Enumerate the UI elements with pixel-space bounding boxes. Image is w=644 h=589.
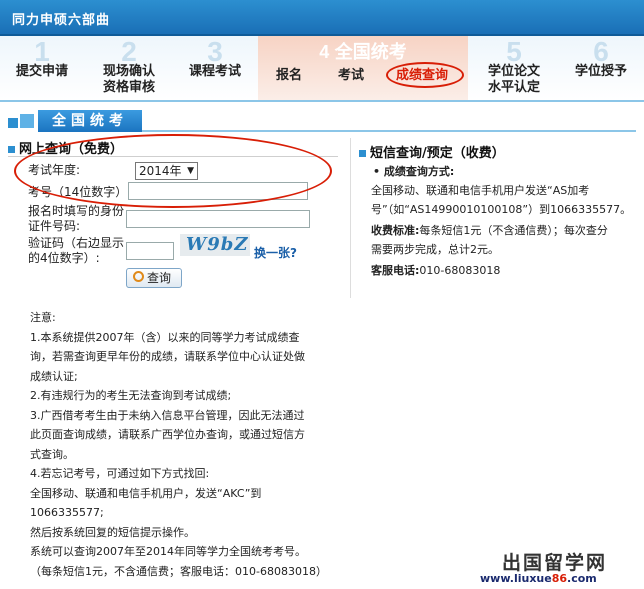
step-6-label: 学位授予	[574, 64, 627, 79]
note-line: （每条短信1元，不含通信费；客服电话：010-68083018）	[30, 564, 327, 578]
highlight-oval-nav	[386, 62, 464, 88]
refresh-captcha-link[interactable]: 换一张?	[254, 244, 297, 261]
note-line: 式查询。	[30, 447, 74, 461]
note-line: 3.广西借考考生由于未纳入信息平台管理，因此无法通过	[30, 408, 305, 422]
banner-title: 同力申硕六部曲	[12, 13, 111, 28]
id-number-label-line2: 证件号码:	[28, 219, 81, 233]
captcha-image: W9bZ	[180, 234, 250, 256]
step-1[interactable]: 1 提交申请	[0, 36, 84, 100]
watermark-url-suffix: .com	[567, 572, 597, 585]
step-3-label: 课程考试	[188, 64, 241, 79]
sms-method-line1: 全国移动、联通和电信手机用户发送“AS加考	[371, 184, 590, 197]
watermark-url-number: 86	[551, 572, 568, 585]
decor-square-icon	[20, 114, 34, 128]
note-line: 系统可以查询2007年至2014年同等学力全国统考考号。	[30, 545, 306, 558]
decor-square-icon	[8, 118, 18, 128]
sms-phone-value: 010-68083018	[419, 264, 501, 277]
step-5-label-line1: 学位论文	[487, 64, 540, 79]
step-2-label-line2: 资格审核	[102, 80, 155, 95]
note-line: 此页面查询成绩，请联系广西学位办查询，或通过短信方	[30, 428, 305, 441]
sms-method-line2: 号”（如“AS14990010100108”）到1066335577。	[371, 203, 632, 216]
step-2-label-line1: 现场确认	[102, 64, 155, 79]
note-line: 2.有违规行为的考生无法查询到考试成绩;	[30, 389, 232, 402]
tab-exam[interactable]: 考试	[338, 64, 364, 83]
bullet-square-icon	[8, 146, 15, 153]
sms-fee-label: 收费标准:	[371, 224, 420, 237]
id-number-label-line1: 报名时填写的身份	[28, 204, 125, 218]
query-button[interactable]: 查询	[126, 268, 182, 288]
sms-phone-label: 客服电话:	[371, 264, 420, 277]
step-6[interactable]: 6 学位授予	[558, 36, 644, 100]
step-4-number: 4	[319, 42, 330, 62]
step-4-title: 全国统考	[334, 42, 407, 62]
bullet-square-icon	[359, 150, 366, 157]
step-1-label: 提交申请	[15, 64, 68, 79]
sms-fee-text-1: 每条短信1元（不含通信费）；每次查分	[419, 224, 608, 237]
watermark-name: 出国留学网	[502, 552, 608, 574]
note-line: 1.本系统提供2007年（含）以来的同等学力考试成绩查	[30, 330, 300, 344]
note-line: 注意:	[30, 311, 56, 324]
id-number-input[interactable]	[126, 210, 310, 228]
watermark-url-prefix: www.liuxue	[480, 572, 552, 585]
step-3[interactable]: 3 课程考试	[172, 36, 258, 100]
section-heading: 全国统考	[8, 110, 638, 134]
online-query-panel: 网上查询（免费） 考试年度: 2014年 ▼ 考号（14位数字）: 报名时填写的…	[8, 134, 342, 588]
note-line: 全国移动、联通和电信手机用户，发送“AKC”到	[30, 486, 262, 500]
sms-fee-text-2: 需要两步完成，总计2元。	[371, 243, 499, 256]
sms-method-label: • 成绩查询方式:	[373, 165, 455, 178]
note-line: 成绩认证;	[30, 369, 78, 383]
notes-block: 注意: 1.本系统提供2007年（含）以来的同等学力考试成绩查 询，若需查询更早…	[30, 308, 330, 581]
captcha-input[interactable]	[126, 242, 174, 260]
sms-query-title: 短信查询/预定（收费）	[370, 146, 505, 161]
step-5[interactable]: 5 学位论文 水平认定	[470, 36, 558, 100]
step-5-label-line2: 水平认定	[487, 80, 540, 95]
query-button-label: 查询	[147, 271, 172, 285]
watermark: 出国留学网 www.liuxue86.com	[470, 548, 640, 588]
search-icon	[133, 271, 144, 282]
note-line: 询，若需查询更早年份的成绩，请联系学位中心认证处做	[30, 350, 305, 363]
section-divider	[142, 130, 636, 132]
sms-query-panel: 短信查询/预定（收费） • 成绩查询方式: 全国移动、联通和电信手机用户发送“A…	[350, 138, 639, 298]
section-title: 全国统考	[38, 110, 142, 132]
captcha-label-line2: 的4位数字）:	[28, 251, 100, 265]
step-2[interactable]: 2 现场确认 资格审核	[86, 36, 172, 100]
tab-register[interactable]: 报名	[276, 64, 302, 83]
step-navigation: 1 提交申请 2 现场确认 资格审核 3 课程考试 4 全国统考 报名 考试 成…	[0, 36, 644, 102]
highlight-oval-form	[14, 134, 332, 208]
note-line: 然后按系统回复的短信提示操作。	[30, 525, 195, 539]
captcha-label-line1: 验证码（右边显示	[28, 236, 125, 250]
note-line: 1066335577;	[30, 506, 104, 519]
top-banner: 同力申硕六部曲	[0, 0, 644, 36]
captcha-text: W9bZ	[186, 234, 249, 255]
note-line: 4.若忘记考号，可通过如下方式找回:	[30, 467, 210, 480]
